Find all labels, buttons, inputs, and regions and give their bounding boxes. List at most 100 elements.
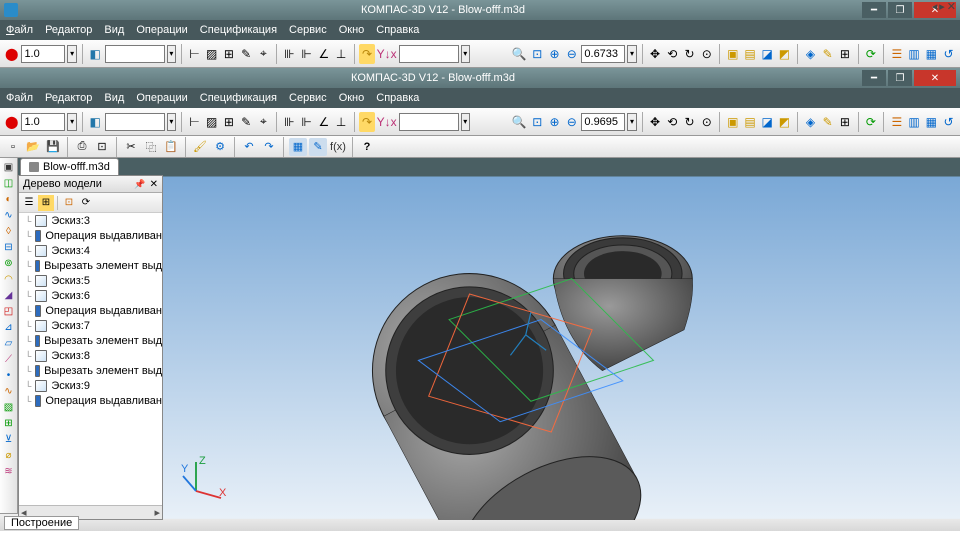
inner-close-button[interactable]: ✕: [914, 70, 956, 86]
menu-spec[interactable]: Спецификация: [200, 24, 277, 36]
angle-icon[interactable]: ∠: [316, 44, 331, 64]
tree-item[interactable]: └Эскиз:5: [19, 273, 162, 288]
tool-surface-icon[interactable]: ▧: [1, 400, 16, 415]
shaded2-icon[interactable]: ◪: [760, 112, 775, 132]
tab-close-icon[interactable]: ✕: [947, 0, 956, 14]
print-icon[interactable]: ⎙: [73, 138, 91, 156]
tool-cut-icon[interactable]: ⊟: [1, 240, 16, 255]
inner-maximize-button[interactable]: ❐: [888, 70, 912, 86]
fx-icon[interactable]: f(x): [329, 138, 347, 156]
menu2-help[interactable]: Справка: [376, 92, 419, 104]
menu-view[interactable]: Вид: [104, 24, 124, 36]
coord-input[interactable]: [399, 45, 459, 63]
grid2-icon[interactable]: ⊞: [221, 112, 236, 132]
panel-icon[interactable]: ▥: [906, 44, 921, 64]
tree-item[interactable]: └Эскиз:7: [19, 318, 162, 333]
active-doc-tab[interactable]: Blow-offf.m3d: [20, 158, 119, 175]
panel4-icon[interactable]: ▦: [924, 112, 939, 132]
menu2-window[interactable]: Окно: [339, 92, 365, 104]
normal2-icon[interactable]: ⊙: [699, 112, 714, 132]
dim3-icon[interactable]: ⊪: [282, 112, 297, 132]
zoom-window2-icon[interactable]: ⊡: [530, 112, 545, 132]
persp-icon[interactable]: ⊞: [837, 44, 852, 64]
ortho2-icon[interactable]: ⊢: [187, 112, 202, 132]
zoom-all2-icon[interactable]: 🔍: [511, 112, 528, 132]
dim4-icon[interactable]: ⊩: [299, 112, 314, 132]
tree-filter-icon[interactable]: ⊡: [61, 195, 77, 211]
tab-scroll-right-icon[interactable]: ▸: [939, 0, 945, 14]
menu-help[interactable]: Справка: [376, 24, 419, 36]
menu2-file[interactable]: Файл: [6, 92, 33, 104]
menu2-view[interactable]: Вид: [104, 92, 124, 104]
style2-select[interactable]: [105, 113, 165, 131]
tree-icon[interactable]: ☰: [889, 44, 904, 64]
view-scale-dd[interactable]: ▾: [627, 45, 636, 63]
style-dropdown[interactable]: ▾: [167, 45, 176, 63]
tool-point-icon[interactable]: •: [1, 368, 16, 383]
layer-icon[interactable]: ◧: [88, 44, 103, 64]
param-icon[interactable]: ⌖: [256, 44, 271, 64]
menu2-operations[interactable]: Операции: [136, 92, 187, 104]
tree-item[interactable]: └Операция выдавливан: [19, 393, 162, 408]
menu-edit[interactable]: Редактор: [45, 24, 92, 36]
menu-service[interactable]: Сервис: [289, 24, 327, 36]
zoom-in2-icon[interactable]: ⊕: [547, 112, 562, 132]
shaded-edge-icon[interactable]: ◩: [777, 44, 792, 64]
tool-sweep-icon[interactable]: ∿: [1, 208, 16, 223]
tool-extrude-icon[interactable]: ◫: [1, 176, 16, 191]
zoom-in-icon[interactable]: ⊕: [547, 44, 562, 64]
brush-icon[interactable]: 🖌: [191, 138, 209, 156]
step-over-icon[interactable]: ↷: [359, 44, 374, 64]
menu-file[interactable]: Файл: [6, 24, 33, 36]
tree-pin-icon[interactable]: 📌: [134, 179, 145, 190]
preview-icon[interactable]: ⊡: [93, 138, 111, 156]
view-scale2-input[interactable]: [581, 113, 625, 131]
pan2-icon[interactable]: ✥: [647, 112, 662, 132]
tool-axis-icon[interactable]: ⟋: [1, 352, 16, 367]
measure-icon[interactable]: ✎: [239, 44, 254, 64]
tool-chamfer-icon[interactable]: ◢: [1, 288, 16, 303]
wireframe2-icon[interactable]: ▣: [725, 112, 740, 132]
help-icon[interactable]: ?: [358, 138, 376, 156]
angle2-icon[interactable]: ∠: [316, 112, 331, 132]
tool-loft-icon[interactable]: ◊: [1, 224, 16, 239]
sketch-btn-icon[interactable]: ✎: [309, 138, 327, 156]
view-scale-input[interactable]: [581, 45, 625, 63]
menu2-service[interactable]: Сервис: [289, 92, 327, 104]
shaded-edge2-icon[interactable]: ◩: [777, 112, 792, 132]
cut-icon[interactable]: ✂: [122, 138, 140, 156]
reset2-icon[interactable]: ↺: [941, 112, 956, 132]
tab-scroll-left-icon[interactable]: ◂: [932, 0, 938, 14]
dim2-icon[interactable]: ⊩: [299, 44, 314, 64]
coord2-dd[interactable]: ▾: [461, 113, 470, 131]
snap-icon[interactable]: ▨: [204, 44, 219, 64]
tool-shell-icon[interactable]: ◰: [1, 304, 16, 319]
perp-icon[interactable]: ⊥: [333, 44, 348, 64]
xy-icon[interactable]: Y↓x: [377, 44, 397, 64]
paste-icon[interactable]: 📋: [162, 138, 180, 156]
open-icon[interactable]: 📂: [24, 138, 42, 156]
hidden-icon[interactable]: ▤: [742, 44, 757, 64]
undo-icon[interactable]: ↶: [240, 138, 258, 156]
tree-item[interactable]: └Вырезать элемент выд: [19, 258, 162, 273]
new-doc-icon[interactable]: ▫: [4, 138, 22, 156]
param2-icon[interactable]: ⌖: [256, 112, 271, 132]
inner-minimize-button[interactable]: ━: [862, 70, 886, 86]
tree-item[interactable]: └Эскиз:9: [19, 378, 162, 393]
tree-close-icon[interactable]: ✕: [150, 179, 158, 190]
orbit-icon[interactable]: ↻: [682, 44, 697, 64]
rotate2-icon[interactable]: ⟲: [665, 112, 680, 132]
minimize-button[interactable]: ━: [862, 2, 886, 18]
menu-operations[interactable]: Операции: [136, 24, 187, 36]
redo-icon[interactable]: ↷: [260, 138, 278, 156]
shaded-icon[interactable]: ◪: [760, 44, 775, 64]
tool-curve-icon[interactable]: ∿: [1, 384, 16, 399]
layer2-icon[interactable]: ◧: [88, 112, 103, 132]
tool-plane-icon[interactable]: ▱: [1, 336, 16, 351]
reset-icon[interactable]: ↺: [941, 44, 956, 64]
menu-window[interactable]: Окно: [339, 24, 365, 36]
tool-thread-icon[interactable]: ⌀: [1, 448, 16, 463]
ortho-icon[interactable]: ⊢: [187, 44, 202, 64]
rotate-icon[interactable]: ⟲: [665, 44, 680, 64]
tree-item[interactable]: └Эскиз:8: [19, 348, 162, 363]
